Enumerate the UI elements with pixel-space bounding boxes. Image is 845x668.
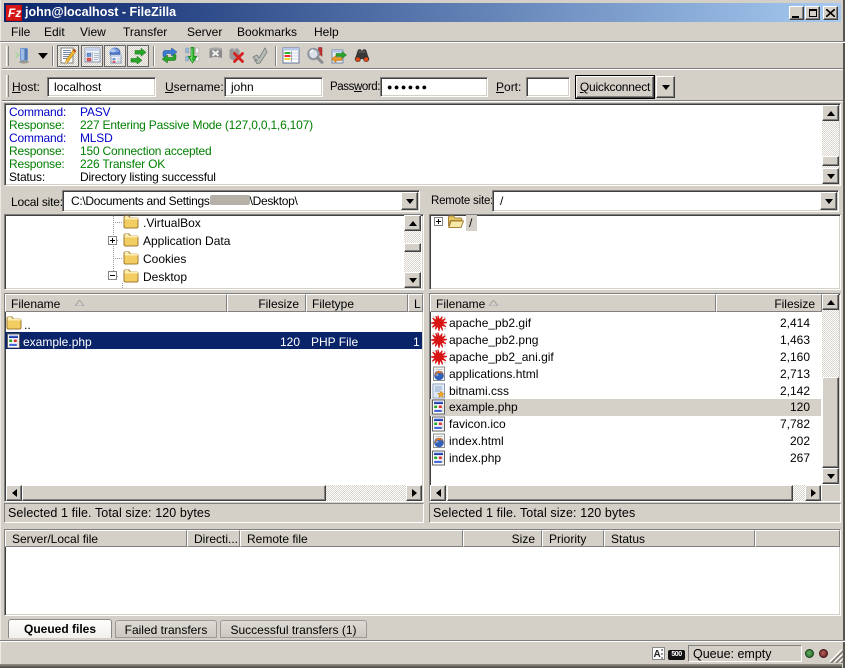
svg-text:A: A <box>654 649 661 660</box>
svg-text:Fz: Fz <box>8 6 21 20</box>
